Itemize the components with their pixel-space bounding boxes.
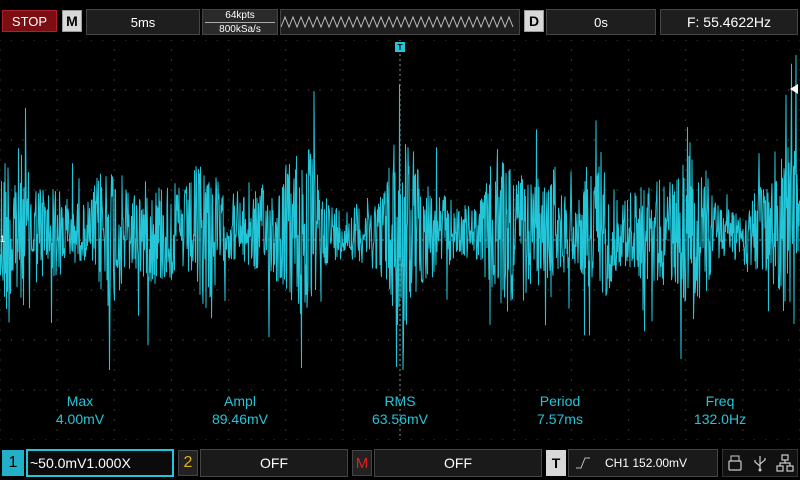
trigger-level-arrow-icon[interactable] xyxy=(790,84,798,94)
math-status[interactable]: OFF xyxy=(374,449,542,477)
measurement-label: Period xyxy=(539,393,581,409)
ch2-status[interactable]: OFF xyxy=(200,449,348,477)
usb-icon xyxy=(754,456,766,472)
ch1-key[interactable]: 1 xyxy=(2,450,24,476)
measurement-value: 63.56mV xyxy=(371,411,429,427)
measurement-max: Max 4.00mV xyxy=(20,392,140,428)
acquisition-info: 64kpts 800kSa/s xyxy=(202,9,278,35)
ch1-settings[interactable]: ~50.0mV1.000X xyxy=(26,449,174,477)
ch2-key[interactable]: 2 xyxy=(178,450,198,476)
horizontal-delay-readout[interactable]: 0s xyxy=(546,9,656,35)
measurement-label: Max xyxy=(66,393,94,409)
run-stop-indicator[interactable]: STOP xyxy=(2,10,57,32)
channel-status-bar: 1 ~50.0mV1.000X 2 OFF M OFF T CH1 152.00… xyxy=(0,440,800,480)
measurement-freq: Freq 132.0Hz xyxy=(660,392,780,428)
measurement-label: Ampl xyxy=(224,393,256,409)
divider xyxy=(205,21,275,23)
trigger-source-level: CH1 152.00mV xyxy=(605,456,688,470)
sample-rate: 800kSa/s xyxy=(219,23,261,35)
measurement-rms: RMS 63.56mV xyxy=(340,392,460,428)
measurement-value: 7.57ms xyxy=(537,411,583,427)
mode-key[interactable]: M xyxy=(62,10,82,32)
ch1-waveform xyxy=(0,54,800,371)
status-icons xyxy=(722,449,798,477)
trigger-settings[interactable]: CH1 152.00mV xyxy=(568,449,718,477)
measurement-ampl: Ampl 89.46mV xyxy=(180,392,300,428)
timebase-readout[interactable]: 5ms xyxy=(86,9,200,35)
measurement-value: 132.0Hz xyxy=(693,411,747,427)
rising-edge-icon xyxy=(576,457,590,469)
measurement-value: 4.00mV xyxy=(55,411,105,427)
memory-waveform-icon xyxy=(280,15,514,29)
waveform-display[interactable]: 1 T Max 4.00mV Ampl 89.46mV RMS 63.56mV … xyxy=(0,40,800,440)
measurement-label: Freq xyxy=(705,393,735,409)
network-icon xyxy=(776,454,794,472)
measurement-label: RMS xyxy=(384,393,416,409)
math-key[interactable]: M xyxy=(352,450,372,476)
frequency-counter: F: 55.4622Hz xyxy=(660,9,798,35)
memory-depth: 64kpts xyxy=(225,9,255,21)
measurement-period: Period 7.57ms xyxy=(500,392,620,428)
memory-overview-strip xyxy=(280,9,520,35)
usb-drive-icon xyxy=(728,455,742,471)
measurement-panel: Max 4.00mV Ampl 89.46mV RMS 63.56mV Peri… xyxy=(0,392,800,432)
trigger-key[interactable]: T xyxy=(546,450,566,476)
ch1-ground-marker[interactable]: 1 xyxy=(0,234,5,244)
delay-key[interactable]: D xyxy=(524,10,544,32)
trigger-position-marker[interactable]: T xyxy=(395,42,405,52)
top-status-bar: STOP M 5ms 64kpts 800kSa/s D 0s F: 55.46… xyxy=(0,0,800,40)
measurement-value: 89.46mV xyxy=(211,411,269,427)
